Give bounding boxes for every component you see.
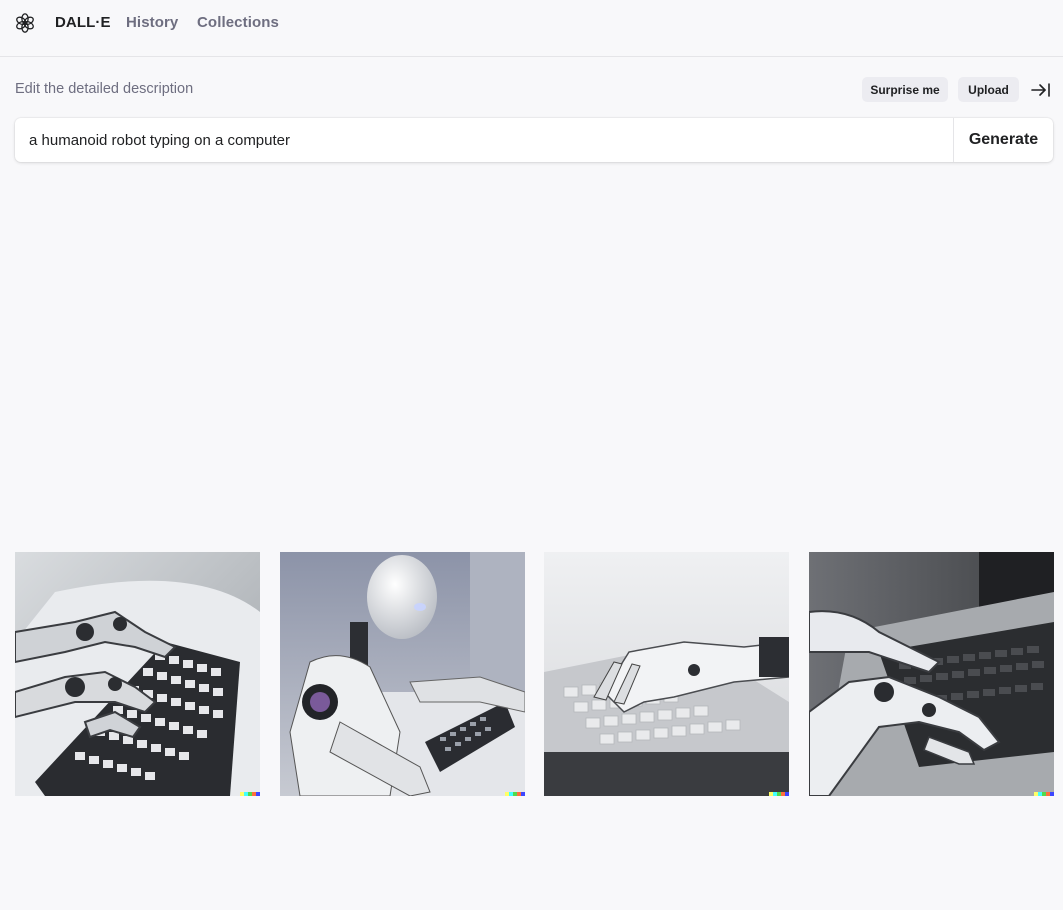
prompt-hint-label: Edit the detailed description: [15, 81, 194, 97]
humanoid-robot-image: [280, 552, 525, 796]
robot-hand-laptop-image: [544, 552, 789, 796]
robot-hand-typing-image: [809, 552, 1054, 796]
upload-button[interactable]: Upload: [958, 77, 1019, 102]
top-navigation: DALL·E History Collections: [0, 0, 1063, 57]
dalle-signature: [769, 792, 789, 796]
result-image-3[interactable]: [544, 552, 789, 796]
prompt-bar: Generate: [15, 118, 1053, 162]
generate-button[interactable]: Generate: [953, 118, 1053, 162]
dalle-signature: [505, 792, 525, 796]
arrow-right-to-bar-icon[interactable]: [1030, 80, 1052, 100]
nav-dalle-link[interactable]: DALL·E: [55, 14, 111, 31]
prompt-input[interactable]: [15, 118, 953, 162]
result-image-1[interactable]: [15, 552, 260, 796]
openai-logo-icon[interactable]: [14, 12, 36, 34]
robot-keyboard-image: [15, 552, 260, 796]
result-image-2[interactable]: [280, 552, 525, 796]
nav-history-link[interactable]: History: [126, 14, 178, 31]
surprise-me-button[interactable]: Surprise me: [862, 77, 948, 102]
dalle-signature: [1034, 792, 1054, 796]
nav-collections-link[interactable]: Collections: [197, 14, 279, 31]
dalle-signature: [240, 792, 260, 796]
result-image-4[interactable]: [809, 552, 1054, 796]
